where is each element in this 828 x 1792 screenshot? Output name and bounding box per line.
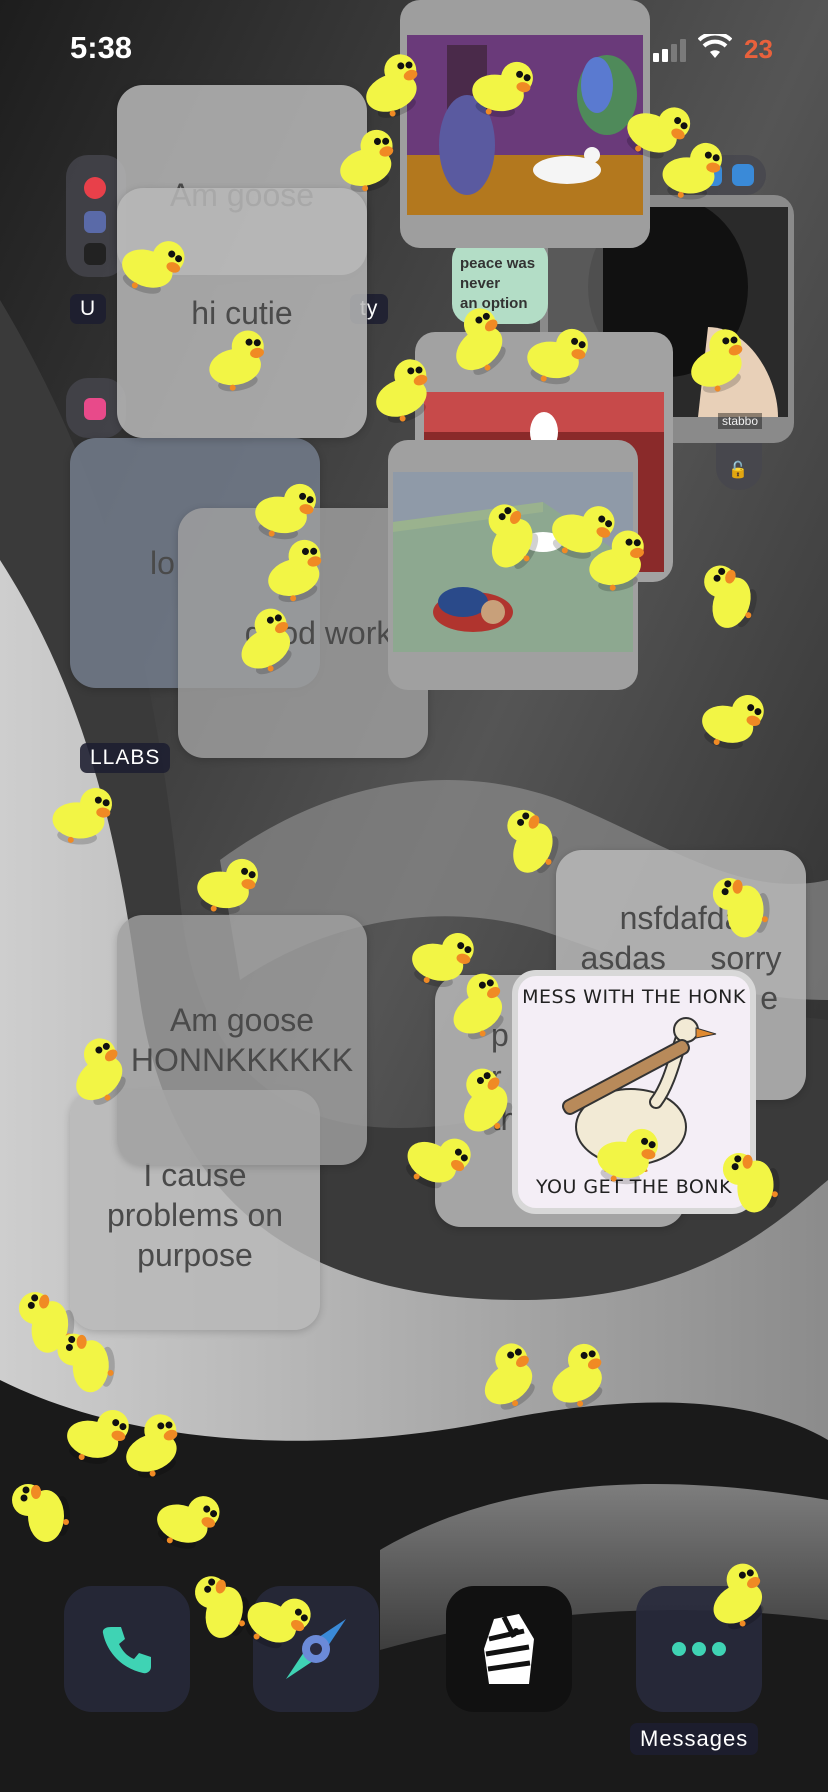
calendar-icon <box>84 243 106 265</box>
duck-sticker-icon <box>722 1152 780 1213</box>
widget-label-llabs: LLABS <box>80 743 171 773</box>
widget-label-u: U <box>70 294 107 324</box>
battery-level: 23 <box>744 34 773 64</box>
duck-sticker-icon <box>197 858 258 915</box>
duck-sticker-icon <box>209 330 264 392</box>
cellular-signal-icon <box>653 38 689 62</box>
duck-sticker-icon <box>12 1484 70 1542</box>
app-icon <box>84 398 106 420</box>
duck-sticker-icon <box>589 530 644 592</box>
duck-sticker-icon <box>712 877 770 938</box>
app-icon <box>84 211 106 233</box>
record-icon <box>84 177 106 199</box>
status-time: 5:38 <box>70 30 133 65</box>
dock-label-messages: Messages <box>630 1723 759 1755</box>
duck-sticker-icon <box>472 61 533 118</box>
duck-sticker-icon <box>597 1128 658 1185</box>
phone-icon <box>102 1627 151 1674</box>
dock-zebra-button[interactable] <box>446 1586 572 1712</box>
zebra-icon <box>484 1614 534 1684</box>
note-card-am-goose-honk[interactable]: Am goose HONNKKKKKK <box>117 915 367 1165</box>
duck-sticker-icon <box>662 142 723 200</box>
duck-sticker-icon <box>52 787 113 845</box>
lock-icon: 🔓 <box>728 462 748 479</box>
duck-sticker-icon <box>527 328 588 385</box>
dock-phone-button[interactable] <box>64 1586 190 1712</box>
wifi-icon <box>698 34 732 58</box>
